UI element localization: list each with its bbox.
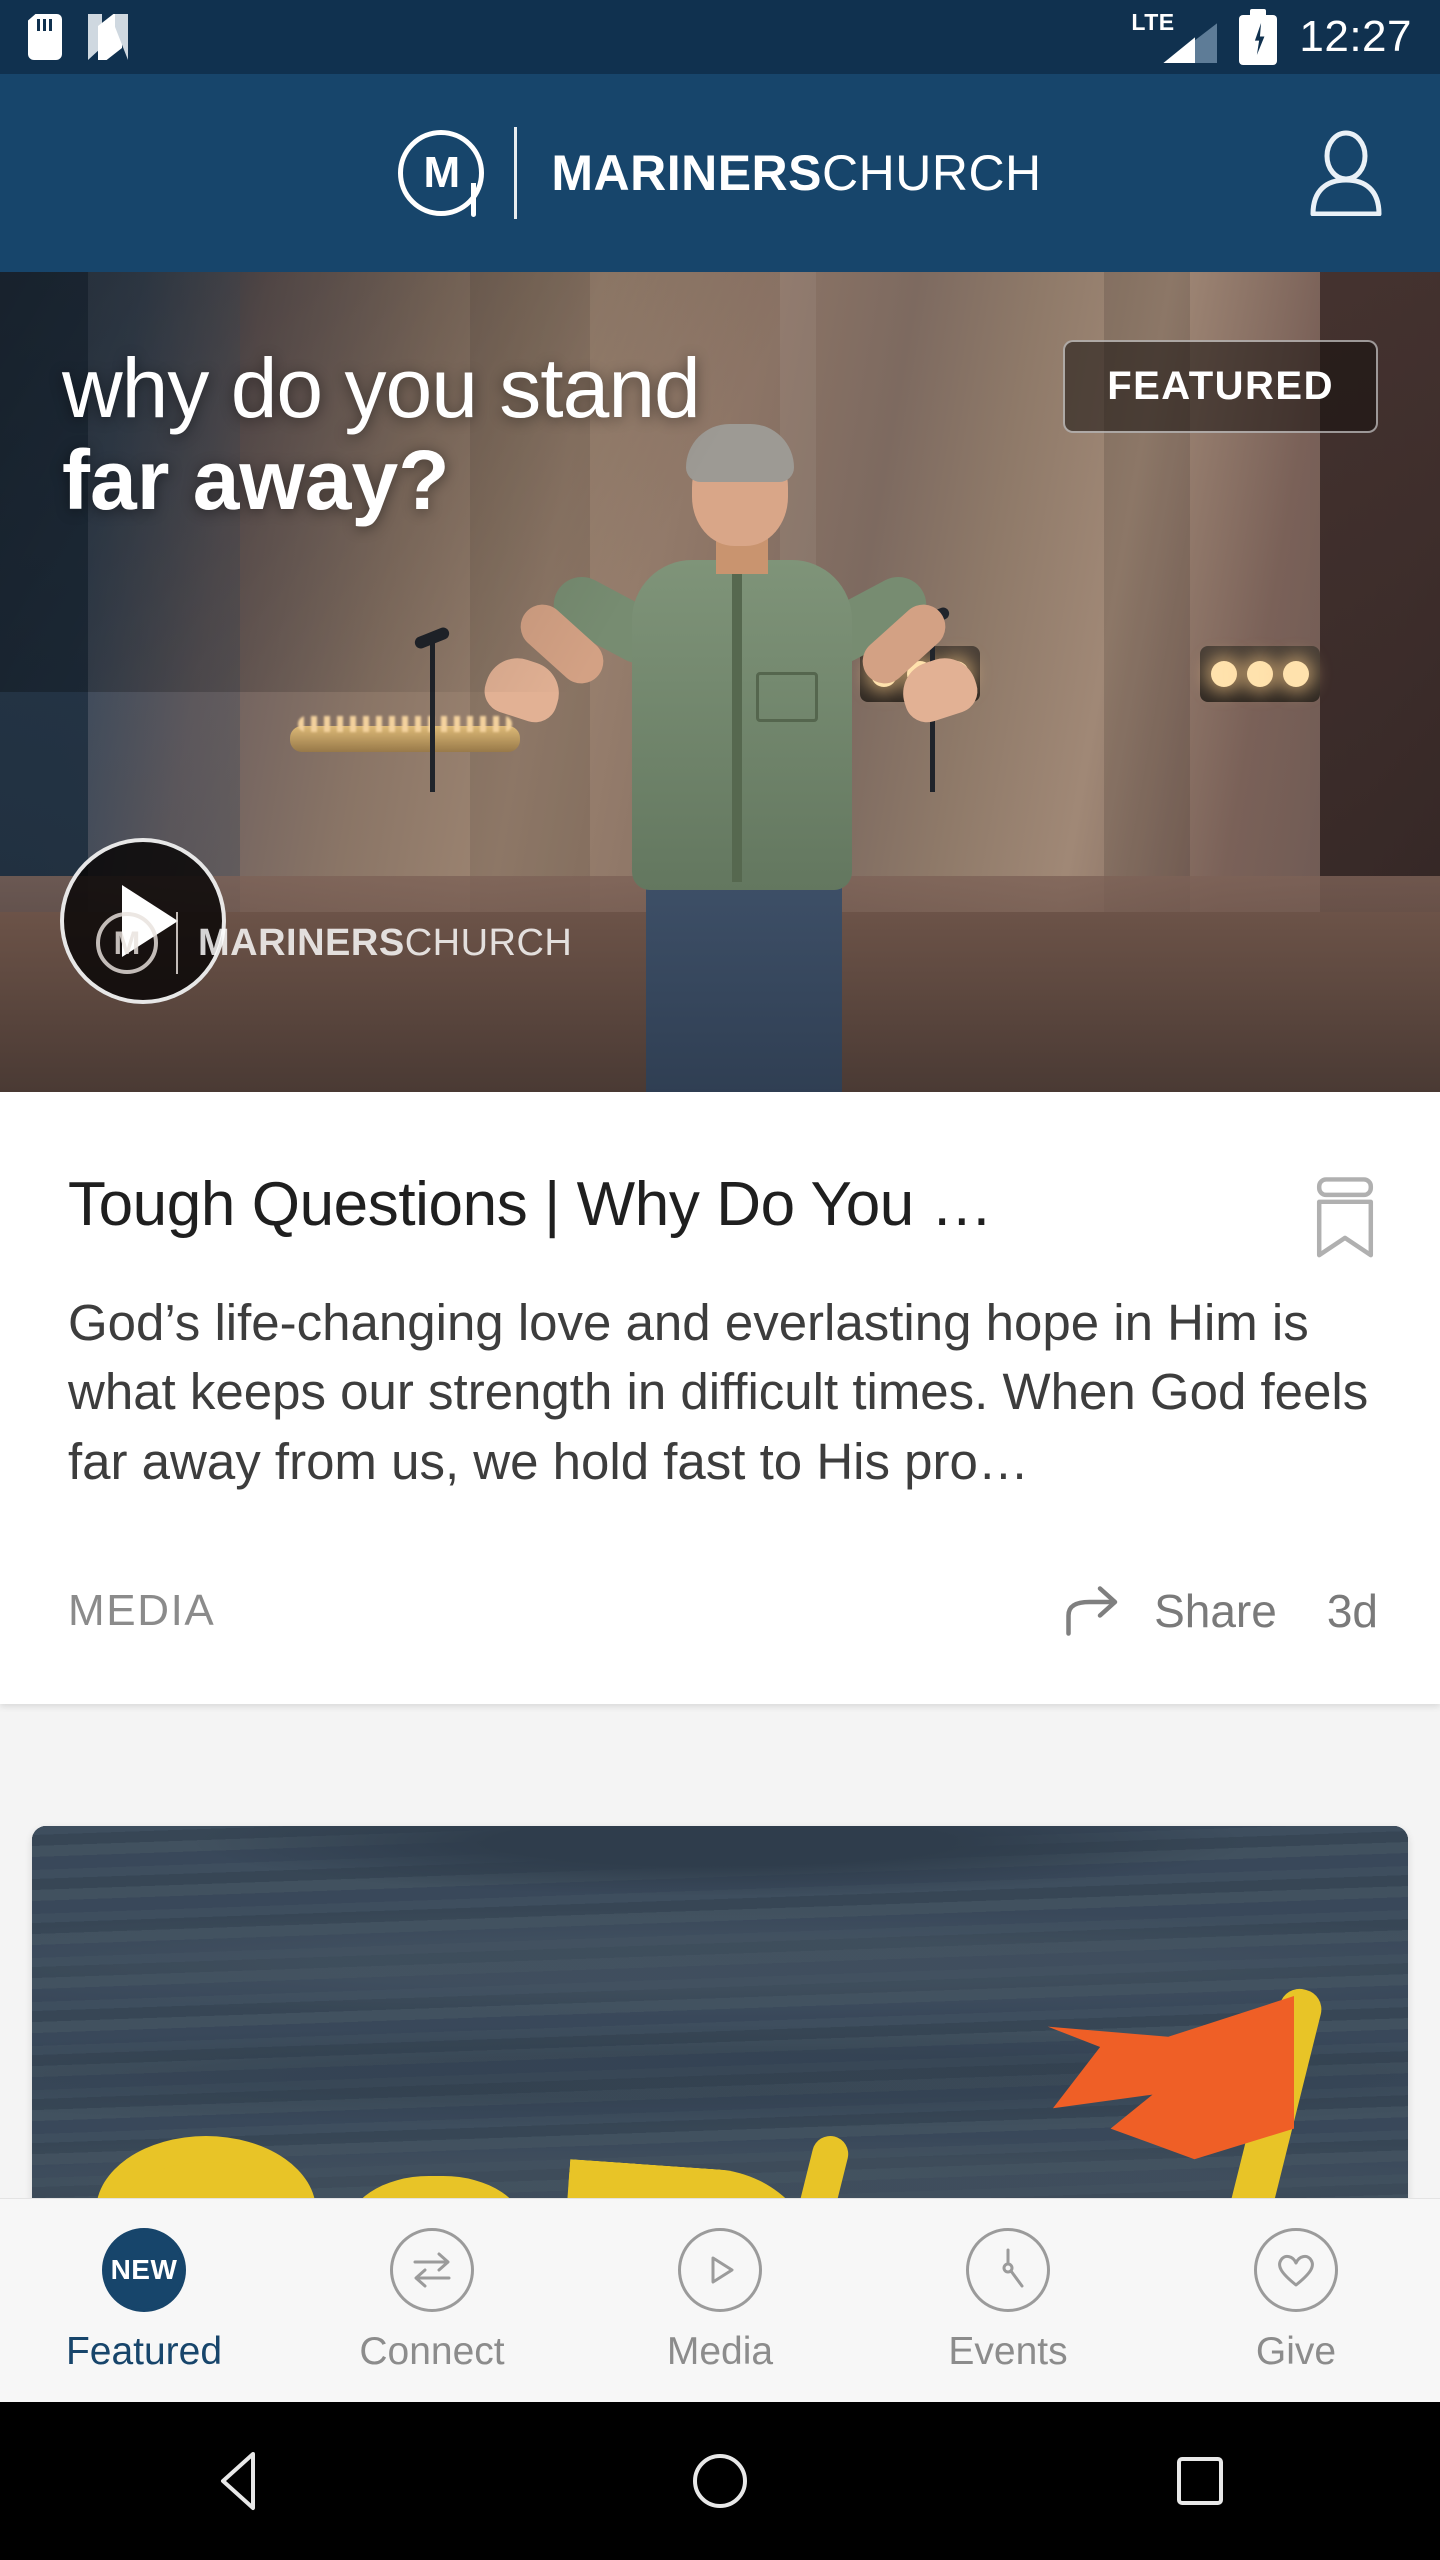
share-arrow-icon[interactable] — [1064, 1585, 1124, 1637]
hero-watermark: M MARINERSCHURCH — [96, 912, 572, 974]
clock-icon — [966, 2227, 1050, 2312]
tab-featured[interactable]: NEW Featured — [0, 2227, 288, 2374]
status-bar-left-icons — [28, 14, 128, 60]
status-bar-right-icons: LTE 12:27 — [1131, 9, 1412, 65]
card-actions: Share 3d — [1064, 1584, 1378, 1638]
brand-name-light: CHURCH — [822, 145, 1042, 201]
hero-title-line1: why do you stand — [62, 341, 701, 435]
nav-back-button[interactable] — [0, 2448, 480, 2514]
app-screen: LTE 12:27 M MARINERSCHURCH why do you st… — [0, 0, 1440, 2560]
lte-signal-icon: LTE — [1131, 9, 1218, 63]
tab-events[interactable]: Events — [864, 2227, 1152, 2374]
nfc-n-icon — [88, 14, 128, 60]
card-description: God’s life-changing love and everlasting… — [68, 1294, 1369, 1490]
recents-square-icon — [1177, 2457, 1223, 2505]
account-button[interactable] — [1298, 125, 1394, 221]
account-person-icon — [1310, 130, 1382, 216]
logo-letter: M — [423, 148, 461, 197]
mariners-logo-icon: M — [398, 130, 485, 217]
exchange-arrows-icon — [390, 2227, 474, 2312]
new-badge-icon: NEW — [102, 2227, 186, 2312]
card-meta-row: MEDIA Share 3d — [68, 1584, 1378, 1638]
brand-name-bold: MARINERS — [551, 145, 823, 201]
share-button[interactable]: Share — [1154, 1584, 1277, 1638]
hero-title-overlay: why do you stand far away? — [62, 341, 962, 527]
featured-badge: FEATURED — [1063, 340, 1378, 433]
status-bar-clock: 12:27 — [1299, 12, 1412, 61]
bottom-tab-bar: NEW Featured Connect Media Events Give — [0, 2198, 1440, 2402]
nav-home-button[interactable] — [480, 2448, 960, 2514]
home-circle-icon — [693, 2454, 747, 2508]
watermark-logo-letter: M — [113, 924, 141, 961]
tab-media-label: Media — [666, 2329, 774, 2373]
app-header: M MARINERSCHURCH — [0, 74, 1440, 272]
card-category: MEDIA — [68, 1586, 216, 1635]
tab-connect[interactable]: Connect — [288, 2227, 576, 2374]
tab-give[interactable]: Give — [1152, 2227, 1440, 2374]
card-title: Tough Questions | Why Do You … — [68, 1170, 993, 1239]
watermark-light: CHURCH — [404, 921, 573, 964]
feed-card[interactable]: Tough Questions | Why Do You … God’s lif… — [0, 1092, 1440, 1704]
tab-events-label: Events — [948, 2329, 1068, 2373]
android-system-nav — [0, 2402, 1440, 2560]
tab-give-label: Give — [1255, 2329, 1337, 2373]
heart-icon — [1254, 2227, 1338, 2312]
card-age: 3d — [1326, 1585, 1378, 1637]
lte-label: LTE — [1131, 9, 1175, 35]
watermark-logo-icon: M — [96, 912, 158, 974]
hero-video-banner[interactable]: why do you stand far away? FEATURED M MA… — [0, 272, 1440, 1092]
bookmark-icon[interactable] — [1310, 1176, 1380, 1262]
sd-card-icon — [28, 14, 62, 60]
brand-divider — [514, 127, 518, 219]
brand-logo: M MARINERSCHURCH — [398, 127, 1041, 219]
brand-wordmark: MARINERSCHURCH — [551, 144, 1041, 202]
hero-title-line2: far away? — [62, 432, 450, 527]
status-bar: LTE 12:27 — [0, 0, 1440, 74]
tab-connect-label: Connect — [359, 2329, 505, 2373]
new-badge-text: NEW — [110, 2253, 178, 2285]
play-circle-icon — [678, 2227, 762, 2312]
back-triangle-icon — [221, 2452, 255, 2510]
flag-icon — [1000, 1984, 1330, 2230]
card-title-row: Tough Questions | Why Do You … — [68, 1170, 1380, 1262]
tab-featured-label: Featured — [65, 2329, 223, 2373]
nav-recents-button[interactable] — [960, 2448, 1440, 2514]
battery-charging-icon — [1239, 9, 1278, 65]
tab-media[interactable]: Media — [576, 2227, 864, 2374]
watermark-bold: MARINERS — [198, 921, 405, 964]
feed-card-secondary[interactable] — [32, 1826, 1408, 2230]
